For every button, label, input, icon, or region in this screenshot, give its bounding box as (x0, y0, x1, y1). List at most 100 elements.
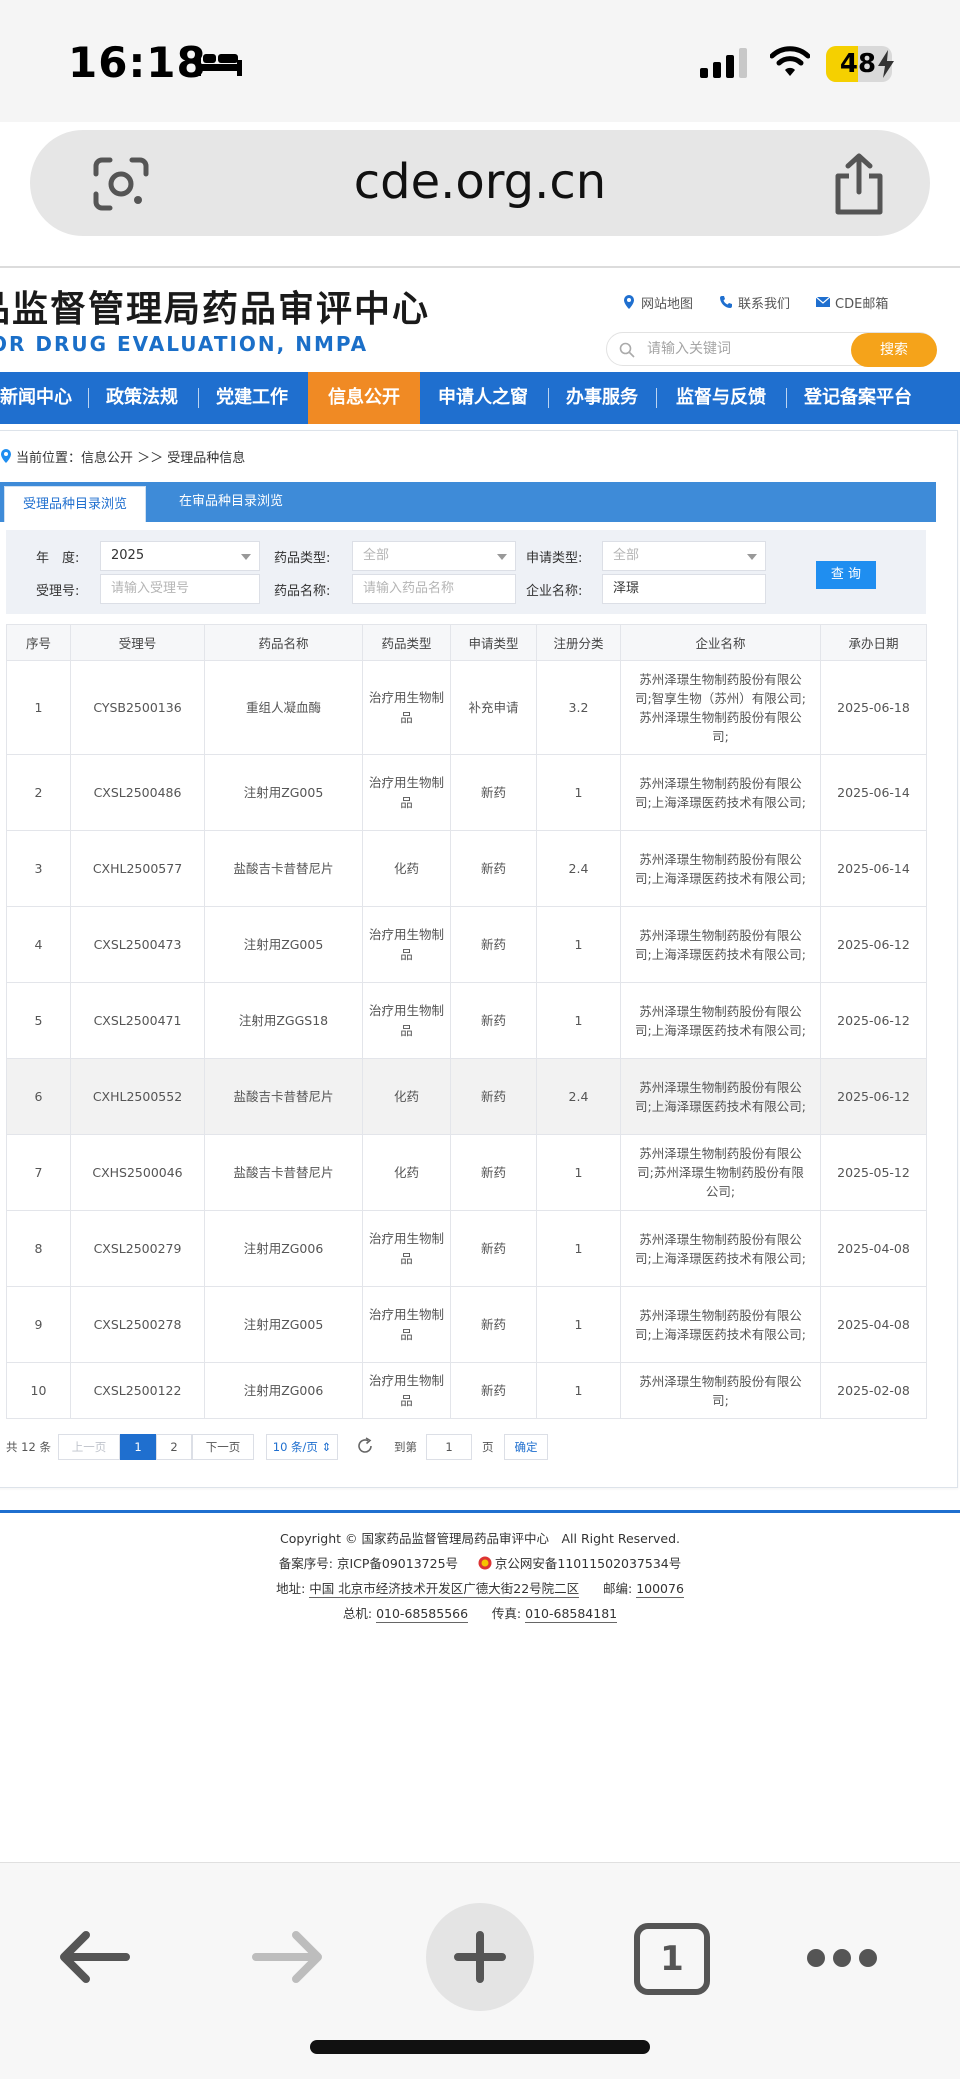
table-row[interactable]: 7 CXHS2500046 盐酸吉卡昔替尼片 化药 新药 1 苏州泽璟生物制药股… (6, 1134, 927, 1211)
main-nav: 新闻中心 政策法规 党建工作 信息公开 申请人之窗 办事服务 监督与反馈 登记备… (0, 372, 960, 424)
cell-index: 6 (6, 1058, 71, 1135)
tab-under-review-catalog[interactable]: 在审品种目录浏览 (160, 482, 302, 522)
cell-date: 2025-02-08 (820, 1362, 927, 1419)
nav-party[interactable]: 党建工作 (216, 372, 288, 424)
cell-drug-type: 治疗用生物制品 (362, 1210, 451, 1287)
footer-icp-row: 备案序号: 京ICP备09013725号 京公网安备11011502037534… (0, 1553, 960, 1572)
new-tab-button[interactable] (426, 1903, 534, 2011)
table-row[interactable]: 1 CYSB2500136 重组人凝血酶 治疗用生物制品 补充申请 3.2 苏州… (6, 660, 927, 755)
col-header: 药品类型 (362, 624, 451, 661)
query-button[interactable]: 查 询 (816, 561, 876, 589)
cell-accept-no: CXSL2500279 (70, 1210, 205, 1287)
cell-drug-name: 注射用ZG006 (204, 1362, 363, 1419)
search-button[interactable]: 搜索 (851, 333, 937, 367)
plus-icon (454, 1931, 506, 1983)
cell-reg-class: 1 (536, 906, 621, 983)
col-header: 序号 (6, 624, 71, 661)
cell-apply-type: 新药 (450, 830, 537, 907)
cell-accept-no: CXSL2500486 (70, 754, 205, 831)
cell-drug-name: 注射用ZG006 (204, 1210, 363, 1287)
forward-arrow-icon[interactable] (250, 1927, 326, 1987)
goto-page-input[interactable]: 1 (426, 1434, 472, 1460)
more-dots-icon[interactable] (806, 1947, 878, 1969)
refresh-icon[interactable] (356, 1437, 374, 1455)
back-arrow-icon[interactable] (56, 1927, 132, 1987)
nav-info-public[interactable]: 信息公开 (308, 372, 420, 424)
cell-apply-type: 新药 (450, 754, 537, 831)
url-bar[interactable]: cde.org.cn (30, 130, 930, 236)
postcode-label: 邮编: (603, 1581, 633, 1596)
apply-type-select[interactable]: 全部 (602, 541, 766, 571)
phone-label: 总机: (342, 1606, 373, 1621)
goto-label: 到第 (394, 1440, 417, 1454)
cell-index: 1 (6, 660, 71, 755)
police-record-link[interactable]: 京公网安备11011502037534号 (495, 1556, 681, 1571)
drug-name-input[interactable]: 请输入药品名称 (352, 574, 516, 604)
nav-supervision[interactable]: 监督与反馈 (676, 372, 766, 424)
nav-separator (198, 388, 199, 408)
table-row[interactable]: 9 CXSL2500278 注射用ZG005 治疗用生物制品 新药 1 苏州泽璟… (6, 1286, 927, 1363)
col-header: 申请类型 (450, 624, 537, 661)
table-row[interactable]: 4 CXSL2500473 注射用ZG005 治疗用生物制品 新药 1 苏州泽璟… (6, 906, 927, 983)
mailbox-link[interactable]: CDE邮箱 (816, 290, 888, 314)
cell-apply-type: 新药 (450, 1058, 537, 1135)
tab-accepted-catalog[interactable]: 受理品种目录浏览 (4, 486, 146, 522)
cell-drug-type: 化药 (362, 1058, 451, 1135)
cell-drug-name: 注射用ZG005 (204, 906, 363, 983)
phone-text[interactable]: 010-68585566 (376, 1606, 469, 1623)
cell-reg-class: 1 (536, 982, 621, 1059)
cell-drug-type: 化药 (362, 830, 451, 907)
nav-applicant[interactable]: 申请人之窗 (438, 372, 528, 424)
nav-separator (786, 388, 787, 408)
cell-drug-type: 治疗用生物制品 (362, 660, 451, 755)
nav-policy[interactable]: 政策法规 (106, 372, 178, 424)
table-row[interactable]: 10 CXSL2500122 注射用ZG006 治疗用生物制品 新药 1 苏州泽… (6, 1362, 927, 1419)
table-row[interactable]: 3 CXHL2500577 盐酸吉卡昔替尼片 化药 新药 2.4 苏州泽璟生物制… (6, 830, 927, 907)
next-page-button[interactable]: 下一页 (192, 1434, 254, 1460)
bed-icon (196, 52, 242, 76)
charging-bolt-icon (878, 50, 894, 78)
goto-confirm-button[interactable]: 确定 (504, 1434, 548, 1460)
sitemap-label: 网站地图 (641, 296, 694, 312)
year-select[interactable]: 2025 (100, 541, 260, 571)
prev-page-button[interactable]: 上一页 (58, 1434, 120, 1460)
cell-company: 苏州泽璟生物制药股份有限公司;上海泽璟医药技术有限公司; (620, 982, 821, 1059)
cell-company: 苏州泽璟生物制药股份有限公司; (620, 1362, 821, 1419)
accept-no-input[interactable]: 请输入受理号 (100, 574, 260, 604)
nav-registration[interactable]: 登记备案平台 (804, 372, 912, 424)
company-input[interactable]: 泽璟 (602, 574, 766, 604)
nav-separator (656, 388, 657, 408)
icp-link[interactable]: 京ICP备09013725号 (337, 1556, 458, 1571)
cell-accept-no: CXHL2500552 (70, 1058, 205, 1135)
page-1-button[interactable]: 1 (120, 1434, 156, 1460)
cell-drug-type: 治疗用生物制品 (362, 754, 451, 831)
page-size-select[interactable]: 10 条/页 ⇕ (266, 1434, 338, 1460)
cell-company: 苏州泽璟生物制药股份有限公司;上海泽璟医药技术有限公司; (620, 906, 821, 983)
sitemap-link[interactable]: 网站地图 (622, 290, 693, 314)
share-icon[interactable] (830, 152, 888, 216)
cell-apply-type: 补充申请 (450, 660, 537, 755)
page-2-button[interactable]: 2 (156, 1434, 192, 1460)
footer-address-row: 地址: 中国 北京市经济技术开发区广德大街22号院二区 邮编: 100076 (0, 1578, 960, 1598)
cell-accept-no: CXSL2500471 (70, 982, 205, 1059)
nav-news[interactable]: 新闻中心 (0, 372, 72, 424)
year-label: 年 度: (36, 551, 80, 566)
url-text[interactable]: cde.org.cn (30, 154, 930, 210)
search-input[interactable] (647, 336, 847, 362)
drug-type-select[interactable]: 全部 (352, 541, 516, 571)
tab-switcher-button[interactable]: 1 (634, 1923, 710, 1995)
table-row[interactable]: 8 CXSL2500279 注射用ZG006 治疗用生物制品 新药 1 苏州泽璟… (6, 1210, 927, 1287)
col-header: 承办日期 (820, 624, 927, 661)
cell-apply-type: 新药 (450, 1286, 537, 1363)
cell-company: 苏州泽璟生物制药股份有限公司;智享生物（苏州）有限公司;苏州泽璟生物制药股份有限… (620, 660, 821, 755)
pagination: 共 12 条 上一页 1 2 下一页 10 条/页 ⇕ 到第 1 页 确定 (0, 1434, 960, 1462)
cell-drug-name: 注射用ZGGS18 (204, 982, 363, 1059)
police-badge-icon (478, 1556, 492, 1570)
nav-services[interactable]: 办事服务 (566, 372, 638, 424)
mail-icon (816, 296, 831, 307)
contact-link[interactable]: 联系我们 (719, 290, 790, 314)
cell-apply-type: 新药 (450, 982, 537, 1059)
table-row[interactable]: 5 CXSL2500471 注射用ZGGS18 治疗用生物制品 新药 1 苏州泽… (6, 982, 927, 1059)
table-row[interactable]: 6 CXHL2500552 盐酸吉卡昔替尼片 化药 新药 2.4 苏州泽璟生物制… (6, 1058, 927, 1135)
table-row[interactable]: 2 CXSL2500486 注射用ZG005 治疗用生物制品 新药 1 苏州泽璟… (6, 754, 927, 831)
